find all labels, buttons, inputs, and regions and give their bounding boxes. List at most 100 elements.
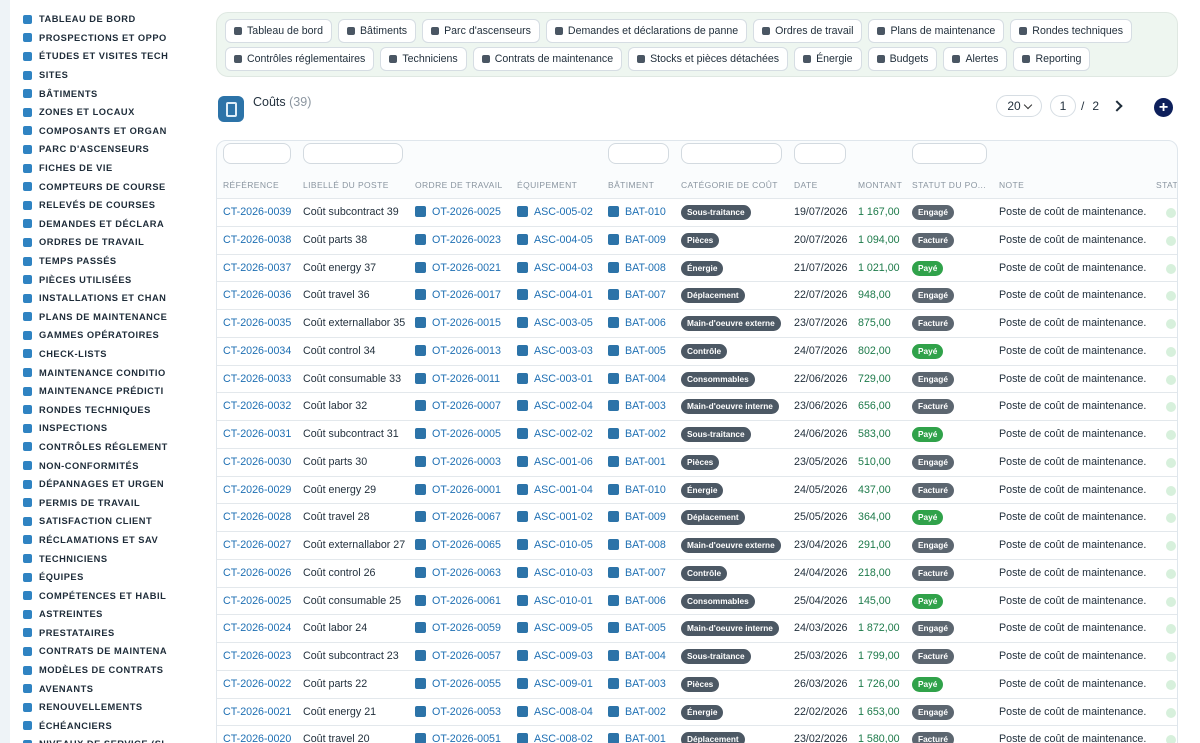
equipment-link[interactable]: ASC-010-01	[534, 595, 593, 607]
nav-button[interactable]: Énergie	[794, 47, 862, 71]
nav-button[interactable]: Demandes et déclarations de panne	[545, 19, 748, 43]
sidebar-item[interactable]: PARC D'ASCENSEURS	[10, 140, 204, 159]
nav-button[interactable]: Parc d'ascenseurs	[422, 19, 540, 43]
nav-button[interactable]: Tableau de bord	[225, 19, 332, 43]
building-link[interactable]: BAT-007	[625, 289, 666, 301]
sidebar-item[interactable]: COMPTEURS DE COURSE	[10, 177, 204, 196]
nav-button[interactable]: Contrôles réglementaires	[225, 47, 375, 71]
table-row[interactable]: CT-2026-0036 Coût travel 36 OT-2026-0017 AS…	[217, 281, 1177, 309]
work-order-link[interactable]: OT-2026-0001	[432, 484, 501, 496]
equipment-link[interactable]: ASC-001-06	[534, 456, 593, 468]
sidebar-item[interactable]: RÉCLAMATIONS ET SAV	[10, 531, 204, 550]
sidebar-item[interactable]: ASTREINTES	[10, 605, 204, 624]
building-link[interactable]: BAT-006	[625, 595, 666, 607]
sidebar-item[interactable]: FICHES DE VIE	[10, 159, 204, 178]
sidebar-item[interactable]: RELEVÉS DE COURSES	[10, 196, 204, 215]
equipment-link[interactable]: ASC-001-02	[534, 511, 593, 523]
sidebar-item[interactable]: PLANS DE MAINTENANCE	[10, 308, 204, 327]
building-link[interactable]: BAT-007	[625, 567, 666, 579]
sidebar-item[interactable]: BÂTIMENTS	[10, 84, 204, 103]
table-row[interactable]: CT-2026-0030 Coût parts 30 OT-2026-0003 ASC…	[217, 447, 1177, 476]
equipment-link[interactable]: ASC-005-02	[534, 206, 593, 218]
work-order-link[interactable]: OT-2026-0021	[432, 262, 501, 274]
sidebar-item[interactable]: SITES	[10, 66, 204, 85]
sidebar-item[interactable]: GAMMES OPÉRATOIRES	[10, 326, 204, 345]
cost-ref-link[interactable]: CT-2026-0031	[223, 428, 291, 440]
cost-ref-link[interactable]: CT-2026-0039	[223, 206, 291, 218]
building-link[interactable]: BAT-010	[625, 484, 666, 496]
work-order-link[interactable]: OT-2026-0053	[432, 706, 501, 718]
work-order-link[interactable]: OT-2026-0023	[432, 234, 501, 246]
table-row[interactable]: CT-2026-0039 Coût subcontract 39 OT-2026-0…	[217, 198, 1177, 226]
cost-ref-link[interactable]: CT-2026-0032	[223, 400, 291, 412]
table-row[interactable]: CT-2026-0028 Coût travel 28 OT-2026-0067 AS…	[217, 503, 1177, 531]
table-row[interactable]: CT-2026-0022 Coût parts 22 OT-2026-0055 ASC…	[217, 669, 1177, 698]
table-row[interactable]: CT-2026-0021 Coût energy 21 OT-2026-0053 AS…	[217, 697, 1177, 726]
table-row[interactable]: CT-2026-0032 Coût labor 32 OT-2026-0007 ASC…	[217, 392, 1177, 420]
work-order-link[interactable]: OT-2026-0067	[432, 511, 501, 523]
building-link[interactable]: BAT-004	[625, 650, 666, 662]
sidebar-item[interactable]: SATISFACTION CLIENT	[10, 512, 204, 531]
table-row[interactable]: CT-2026-0025 Coût consumable 25 OT-2026-00…	[217, 586, 1177, 615]
equipment-link[interactable]: ASC-002-04	[534, 400, 593, 412]
cost-ref-link[interactable]: CT-2026-0038	[223, 234, 291, 246]
cost-ref-link[interactable]: CT-2026-0025	[223, 595, 291, 607]
table-row[interactable]: CT-2026-0027 Coût externallabor 27 OT-2026…	[217, 531, 1177, 559]
equipment-link[interactable]: ASC-003-01	[534, 373, 593, 385]
sidebar-item[interactable]: TECHNICIENS	[10, 549, 204, 568]
sidebar-item[interactable]: RONDES TECHNIQUES	[10, 400, 204, 419]
table-row[interactable]: CT-2026-0023 Coût subcontract 23 OT-2026-0…	[217, 642, 1177, 670]
equipment-link[interactable]: ASC-002-02	[534, 428, 593, 440]
cost-ref-link[interactable]: CT-2026-0033	[223, 373, 291, 385]
cost-ref-link[interactable]: CT-2026-0035	[223, 317, 291, 329]
nav-button[interactable]: Plans de maintenance	[868, 19, 1005, 43]
sidebar-item[interactable]: INSTALLATIONS ET CHAN	[10, 289, 204, 308]
col-header-stat[interactable]: STAT	[1156, 180, 1177, 190]
work-order-link[interactable]: OT-2026-0057	[432, 650, 501, 662]
next-page-icon[interactable]	[1111, 100, 1123, 112]
sidebar-item[interactable]: MAINTENANCE CONDITIO	[10, 363, 204, 382]
sidebar-item[interactable]: NON-CONFORMITÉS	[10, 456, 204, 475]
work-order-link[interactable]: OT-2026-0059	[432, 622, 501, 634]
col-header-building[interactable]: BÂTIMENT	[608, 180, 654, 190]
building-link[interactable]: BAT-001	[625, 733, 666, 743]
sidebar-item[interactable]: PROSPECTIONS ET OPPO	[10, 29, 204, 48]
col-header-label[interactable]: LIBELLÉ DU POSTE	[303, 180, 389, 190]
sidebar-item[interactable]: COMPÉTENCES ET HABIL	[10, 586, 204, 605]
col-header-equipment[interactable]: ÉQUIPEMENT	[517, 180, 577, 190]
col-header-status[interactable]: STATUT DU PO...	[912, 180, 986, 190]
work-order-link[interactable]: OT-2026-0061	[432, 595, 501, 607]
table-row[interactable]: CT-2026-0029 Coût energy 29 OT-2026-0001 AS…	[217, 475, 1177, 504]
table-row[interactable]: CT-2026-0035 Coût externallabor 35 OT-2026…	[217, 309, 1177, 337]
table-row[interactable]: CT-2026-0020 Coût travel 20 OT-2026-0051 AS…	[217, 725, 1177, 743]
building-link[interactable]: BAT-002	[625, 706, 666, 718]
sidebar-item[interactable]: NIVEAUX DE SERVICE (SL	[10, 735, 204, 743]
page-size-select[interactable]: 20	[996, 95, 1042, 117]
nav-button[interactable]: Reporting	[1013, 47, 1091, 71]
page-number-input[interactable]: 1	[1050, 95, 1076, 117]
building-link[interactable]: BAT-002	[625, 428, 666, 440]
sidebar-item[interactable]: CHECK-LISTS	[10, 345, 204, 364]
equipment-link[interactable]: ASC-003-03	[534, 345, 593, 357]
sidebar-item[interactable]: ÉQUIPES	[10, 568, 204, 587]
equipment-link[interactable]: ASC-003-05	[534, 317, 593, 329]
building-link[interactable]: BAT-006	[625, 317, 666, 329]
sidebar-item[interactable]: TEMPS PASSÉS	[10, 252, 204, 271]
sidebar-item[interactable]: ORDRES DE TRAVAIL	[10, 233, 204, 252]
cost-ref-link[interactable]: CT-2026-0037	[223, 262, 291, 274]
table-row[interactable]: CT-2026-0038 Coût parts 38 OT-2026-0023 ASC…	[217, 225, 1177, 254]
nav-button[interactable]: Techniciens	[380, 47, 467, 71]
sidebar-item[interactable]: PIÈCES UTILISÉES	[10, 270, 204, 289]
cost-ref-link[interactable]: CT-2026-0026	[223, 567, 291, 579]
table-row[interactable]: CT-2026-0037 Coût energy 37 OT-2026-0021 AS…	[217, 253, 1177, 282]
work-order-link[interactable]: OT-2026-0005	[432, 428, 501, 440]
work-order-link[interactable]: OT-2026-0011	[432, 373, 500, 385]
sidebar-item[interactable]: CONTRATS DE MAINTENA	[10, 642, 204, 661]
building-link[interactable]: BAT-005	[625, 622, 666, 634]
filter-category-input[interactable]	[681, 143, 782, 164]
table-row[interactable]: CT-2026-0034 Coût control 34 OT-2026-0013 A…	[217, 336, 1177, 365]
building-link[interactable]: BAT-010	[625, 206, 666, 218]
equipment-link[interactable]: ASC-004-05	[534, 234, 593, 246]
cost-ref-link[interactable]: CT-2026-0022	[223, 678, 291, 690]
building-link[interactable]: BAT-003	[625, 678, 666, 690]
